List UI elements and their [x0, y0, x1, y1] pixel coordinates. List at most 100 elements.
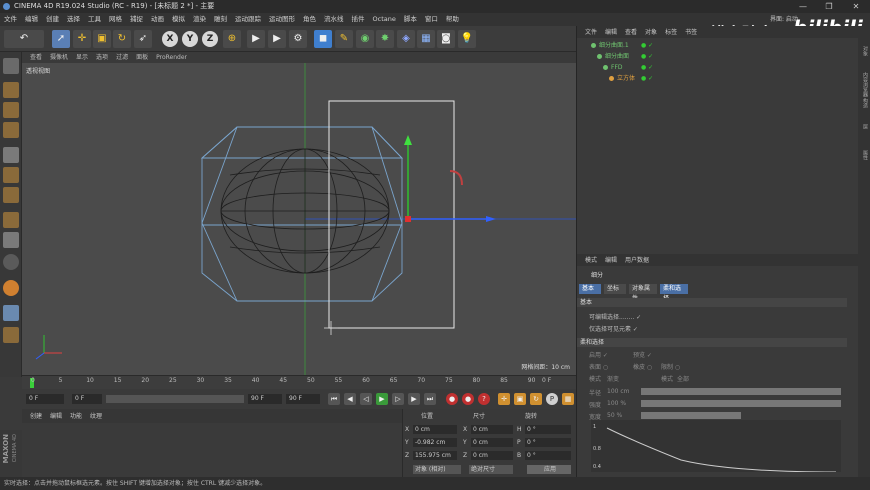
- symmetry-icon[interactable]: [3, 327, 19, 343]
- floor-icon[interactable]: ▦: [417, 30, 435, 48]
- right-panel-tab[interactable]: 内容浏览器: [859, 72, 869, 97]
- make-editable-icon[interactable]: [3, 58, 19, 74]
- start-frame-field[interactable]: 0 F: [26, 394, 64, 404]
- object-menu-item[interactable]: 文件: [585, 29, 597, 36]
- right-panel-tab[interactable]: 属性: [859, 150, 869, 160]
- array-icon[interactable]: ✸: [376, 30, 394, 48]
- rotate-tool-icon[interactable]: ↻: [113, 30, 131, 48]
- menu-item[interactable]: 编辑: [25, 15, 38, 23]
- points-mode-icon[interactable]: [3, 147, 19, 163]
- visibility-toggle-icon[interactable]: ● ✓: [641, 73, 653, 84]
- viewport-menu-item[interactable]: 过滤: [116, 54, 128, 61]
- soft-selection-field[interactable]: 50 %: [607, 412, 622, 419]
- object-menu-item[interactable]: 对象: [645, 29, 657, 36]
- coord-value-field[interactable]: 0 °: [525, 425, 571, 434]
- viewport-menu-item[interactable]: ProRender: [156, 54, 187, 61]
- menu-item[interactable]: 渲染: [193, 15, 206, 23]
- object-row[interactable]: 细分曲面 ● ✓: [577, 51, 859, 62]
- sculpt-icon[interactable]: [3, 280, 19, 296]
- menu-item[interactable]: 动画: [151, 15, 164, 23]
- menu-item[interactable]: 雕刻: [214, 15, 227, 23]
- soft-selection-field[interactable]: 预览 ✓: [633, 350, 652, 359]
- edges-mode-icon[interactable]: [3, 167, 19, 183]
- key-rotation-icon[interactable]: ↻: [530, 393, 542, 405]
- menu-item[interactable]: 流水线: [324, 15, 344, 23]
- coord-value-field[interactable]: 0 cm: [471, 451, 513, 460]
- object-row[interactable]: 细分曲面.1 ● ✓: [577, 40, 859, 51]
- end-frame-field[interactable]: 90 F: [248, 394, 282, 404]
- soft-selection-field[interactable]: 启用 ✓: [589, 350, 608, 359]
- menu-item[interactable]: 文件: [4, 15, 17, 23]
- tweak-mode-icon[interactable]: [3, 232, 19, 248]
- cube-primitive-icon[interactable]: ◼: [314, 30, 332, 48]
- object-menu-item[interactable]: 标签: [665, 29, 677, 36]
- object-name[interactable]: 立方体: [617, 73, 635, 84]
- soft-selection-slider[interactable]: [641, 412, 741, 419]
- object-name[interactable]: 细分曲面.1: [599, 40, 629, 51]
- menu-item[interactable]: 模拟: [172, 15, 185, 23]
- camera-icon[interactable]: ◙: [437, 30, 455, 48]
- minimize-button[interactable]: —: [790, 0, 816, 13]
- material-menu-item[interactable]: 创建: [30, 413, 42, 420]
- menu-item[interactable]: 网格: [109, 15, 122, 23]
- preview-end-field[interactable]: 90 F: [286, 394, 320, 404]
- soft-selection-field[interactable]: 半径: [589, 388, 601, 397]
- menu-item[interactable]: 选择: [67, 15, 80, 23]
- material-menu-item[interactable]: 编辑: [50, 413, 62, 420]
- deformer-icon[interactable]: ◈: [397, 30, 415, 48]
- soft-selection-field[interactable]: 模式: [589, 374, 601, 383]
- attribute-menu-item[interactable]: 编辑: [605, 257, 617, 264]
- object-menu-item[interactable]: 编辑: [605, 29, 617, 36]
- visibility-toggle-icon[interactable]: ● ✓: [641, 62, 653, 73]
- coord-value-field[interactable]: -0.982 cm: [413, 438, 457, 447]
- key-pla-icon[interactable]: ▦: [562, 393, 574, 405]
- maximize-button[interactable]: ❐: [816, 0, 842, 13]
- workplane-icon[interactable]: [3, 122, 19, 138]
- soft-selection-section[interactable]: 柔和选择: [577, 338, 847, 347]
- move-tool-icon[interactable]: ✛: [73, 30, 91, 48]
- workplane-lock-icon[interactable]: [3, 305, 19, 321]
- timeline-ruler[interactable]: 0 5 10 15 20 25 30 35 40 45 50 55 60 65 70 75 80 85 90 0 F: [22, 375, 576, 389]
- snap-icon[interactable]: [3, 254, 19, 270]
- coord-value-field[interactable]: 0 cm: [471, 438, 513, 447]
- menu-item[interactable]: Octane: [373, 15, 396, 23]
- autokey-button[interactable]: ●: [462, 393, 474, 405]
- axis-mode-icon[interactable]: [3, 212, 19, 228]
- object-row[interactable]: FFD ● ✓: [577, 62, 859, 73]
- viewport-menu-item[interactable]: 选项: [96, 54, 108, 61]
- subdivision-icon[interactable]: ◉: [356, 30, 374, 48]
- editable-selection-field[interactable]: 可编辑选择........ ✓: [589, 312, 641, 321]
- soft-selection-field[interactable]: 限制 ○: [661, 362, 680, 371]
- menu-item[interactable]: 创建: [46, 15, 59, 23]
- soft-selection-field[interactable]: 模式: [661, 374, 673, 383]
- soft-selection-field[interactable]: 表面 ○: [589, 362, 608, 371]
- prev-key-button[interactable]: ◀: [344, 393, 356, 405]
- select-tool-icon[interactable]: ➚: [52, 30, 70, 48]
- goto-end-button[interactable]: ⏭: [424, 393, 436, 405]
- menu-item[interactable]: 工具: [88, 15, 101, 23]
- coord-value-field[interactable]: 0 °: [525, 438, 571, 447]
- key-position-icon[interactable]: ✛: [498, 393, 510, 405]
- frame-range-slider[interactable]: [106, 395, 244, 403]
- attr-tab[interactable]: 对象属性: [629, 284, 657, 302]
- size-mode-select[interactable]: 绝对尺寸: [469, 465, 513, 474]
- model-mode-icon[interactable]: [3, 82, 19, 98]
- coord-value-field[interactable]: 0 °: [525, 451, 571, 460]
- pen-spline-icon[interactable]: ✎: [335, 30, 353, 48]
- light-icon[interactable]: 💡: [458, 30, 476, 48]
- viewport-menu-item[interactable]: 显示: [76, 54, 88, 61]
- soft-selection-slider[interactable]: [641, 400, 841, 407]
- soft-selection-field[interactable]: 100 %: [607, 400, 626, 407]
- falloff-graph[interactable]: [591, 420, 841, 472]
- coord-value-field[interactable]: 0 cm: [413, 425, 457, 434]
- play-button[interactable]: ▶: [376, 393, 388, 405]
- attribute-menu-item[interactable]: 模式: [585, 257, 597, 264]
- material-menu-item[interactable]: 纹理: [90, 413, 102, 420]
- visibility-toggle-icon[interactable]: ● ✓: [641, 51, 653, 62]
- menu-item[interactable]: 捕捉: [130, 15, 143, 23]
- visibility-toggle-icon[interactable]: ● ✓: [641, 40, 653, 51]
- menu-item[interactable]: 帮助: [446, 15, 459, 23]
- key-param-icon[interactable]: P: [546, 393, 558, 405]
- recent-tool-icon[interactable]: ➶: [134, 30, 152, 48]
- right-panel-tab[interactable]: 对象: [859, 46, 869, 56]
